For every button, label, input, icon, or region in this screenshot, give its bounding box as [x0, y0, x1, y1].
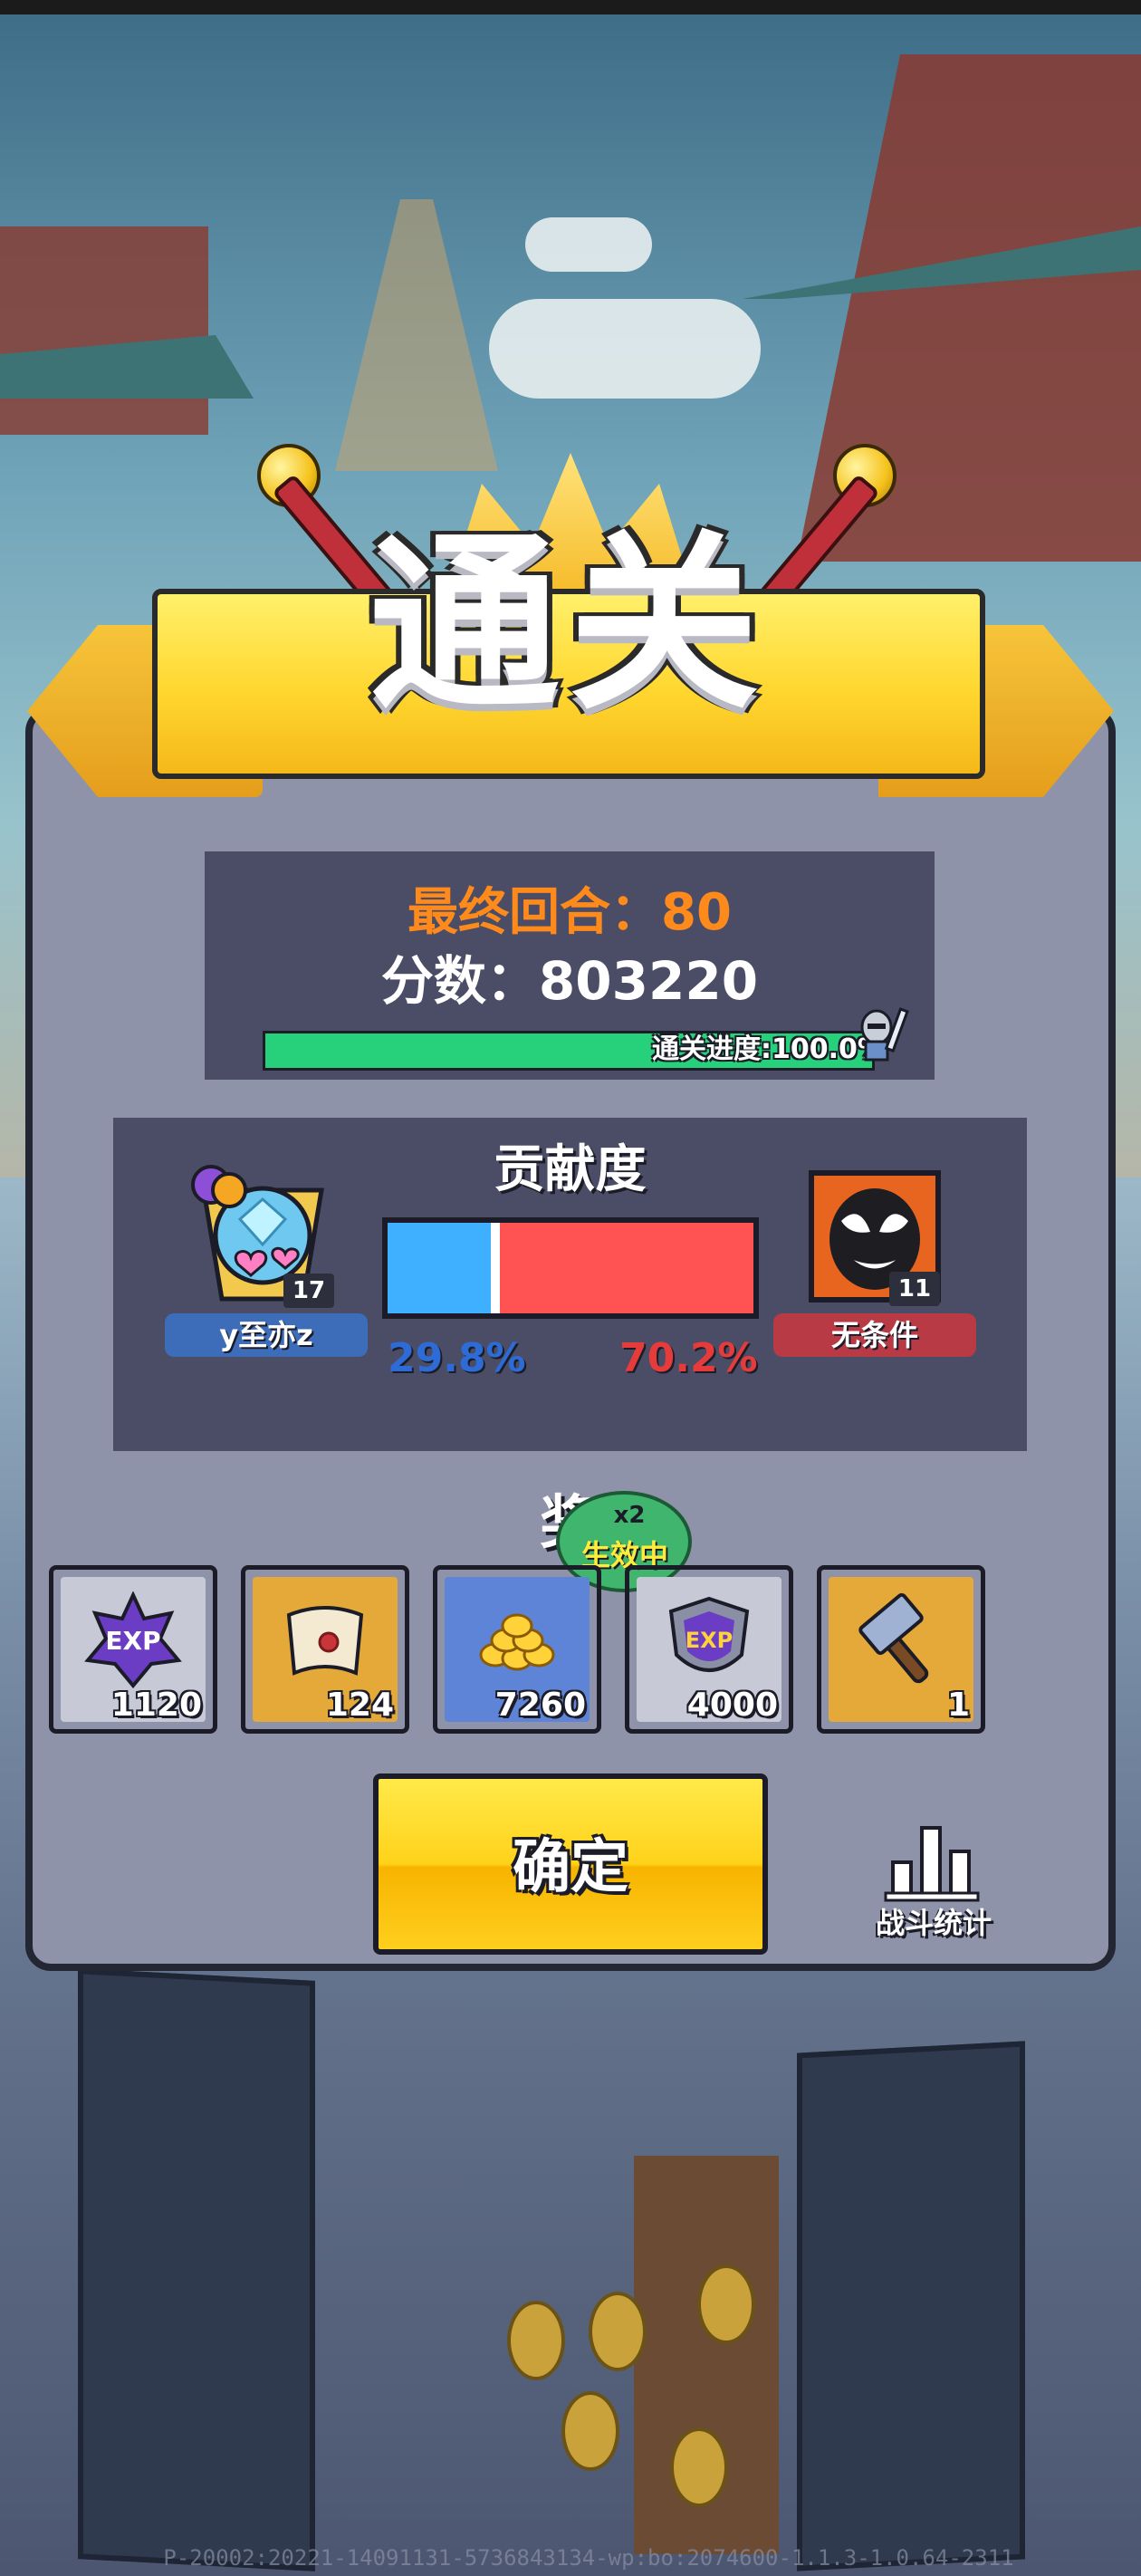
player-name-left: y至亦z	[165, 1313, 368, 1357]
player-name-right: 无条件	[773, 1313, 976, 1357]
reward-count: 4000	[686, 1687, 778, 1724]
contribution-bar-left-fill	[388, 1223, 496, 1313]
reward-count: 124	[325, 1687, 394, 1724]
contribution-bar-divider	[491, 1223, 500, 1313]
player-level-left: 17	[283, 1274, 334, 1308]
foreground-building-left	[78, 1968, 315, 2571]
lantern-decoration	[507, 2301, 565, 2380]
confirm-button-label: 确定	[513, 1834, 628, 1901]
lantern-decoration	[561, 2391, 619, 2471]
svg-text:EXP: EXP	[105, 1626, 160, 1656]
final-round-label: 最终回合：80	[408, 883, 732, 942]
exp-star-icon: EXP	[84, 1591, 182, 1689]
lantern-decoration	[670, 2427, 728, 2507]
scroll-icon	[286, 1606, 364, 1676]
contribution-percent-left: 29.8%	[388, 1335, 526, 1381]
battle-stats-label: 战斗统计	[875, 1906, 992, 1940]
clear-progress-text: 通关进度:100.0%	[652, 1033, 885, 1065]
lantern-decoration	[697, 2264, 755, 2344]
reward-count: 7260	[494, 1687, 586, 1724]
bonus-multiplier: x2	[613, 1502, 646, 1529]
reward-item-hammer[interactable]: 1	[817, 1565, 985, 1734]
lantern-decoration	[589, 2292, 647, 2371]
reward-count: 1	[946, 1687, 970, 1724]
reward-item-exp-shield[interactable]: EXP 4000	[625, 1565, 793, 1734]
contribution-percent-right: 70.2%	[619, 1335, 758, 1381]
svg-text:EXP: EXP	[686, 1628, 734, 1653]
gold-coins-icon	[479, 1613, 555, 1671]
build-info-text: P-20002:20221-14091131-5736843134-wp:bo:…	[163, 2545, 1014, 2571]
reward-item-exp[interactable]: EXP 1120	[49, 1565, 217, 1734]
cloud-decoration	[525, 217, 652, 272]
knight-icon	[860, 1007, 909, 1062]
player-level-right: 11	[889, 1272, 940, 1306]
score-label: 分数：803220	[380, 950, 759, 1012]
exp-shield-icon: EXP	[668, 1596, 750, 1672]
bar-chart-icon	[884, 1826, 980, 1902]
reward-item-gold[interactable]: 7260	[433, 1565, 601, 1734]
left-building	[0, 226, 208, 435]
hammer-icon	[858, 1592, 929, 1684]
page-title: 通关	[369, 514, 768, 735]
status-bar	[0, 0, 1141, 14]
reward-item-scroll[interactable]: 124	[241, 1565, 409, 1734]
reward-count: 1120	[110, 1687, 202, 1724]
cloud-decoration	[489, 299, 761, 399]
foreground-building-right	[797, 2041, 1025, 2571]
